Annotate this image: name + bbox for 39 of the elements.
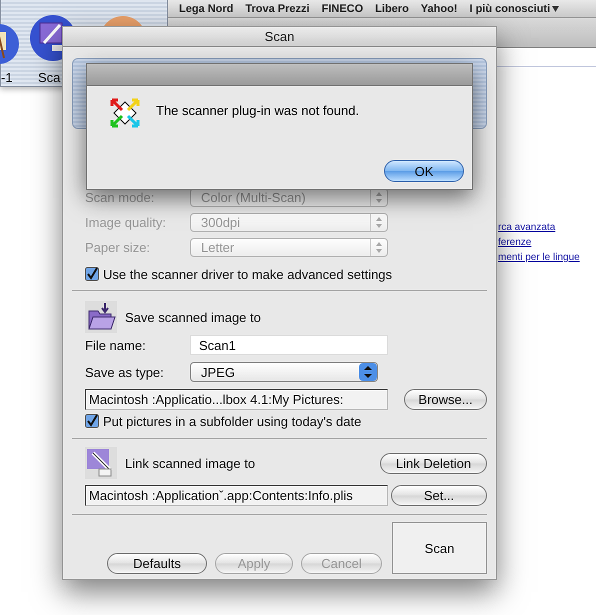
- bookmark-link[interactable]: I più conosciuti: [469, 2, 560, 14]
- folder-icon: [85, 301, 117, 333]
- checkbox[interactable]: [85, 267, 99, 281]
- field-label: Image quality:: [85, 215, 167, 230]
- page-link[interactable]: ferenze: [498, 236, 580, 249]
- path-field[interactable]: Macintosh :Applicationˇ.app:Contents:Info.plis: [85, 484, 388, 506]
- field-label: Paper size:: [85, 240, 152, 255]
- alert-message: The scanner plug-in was not found.: [156, 103, 360, 118]
- bookmark-link[interactable]: FINECO: [322, 2, 364, 14]
- scan-button[interactable]: Scan: [392, 522, 487, 574]
- bookmark-link[interactable]: Libero: [375, 2, 409, 14]
- field-label: Scan mode:: [85, 190, 156, 205]
- link-deletion-button[interactable]: Link Deletion: [380, 452, 487, 474]
- bookmark-link[interactable]: Lega Nord: [179, 2, 234, 14]
- path-field[interactable]: Macintosh :Applicatio...lbox 4.1:My Pictures:: [85, 388, 388, 410]
- set-button[interactable]: Set...: [391, 484, 487, 506]
- type-dropdown[interactable]: JPEG: [190, 362, 378, 382]
- file-name-field[interactable]: Scan1: [190, 335, 388, 355]
- field-label: Save as type:: [85, 364, 165, 380]
- section-heading: Link scanned image to: [125, 456, 256, 470]
- checkbox[interactable]: [85, 414, 99, 428]
- pen-icon: [85, 447, 117, 479]
- section-heading: Save scanned image to: [125, 310, 261, 324]
- icon-label: Sca: [38, 70, 60, 85]
- icon-label: -1: [1, 70, 13, 85]
- scanner-arrows-icon: [108, 96, 142, 130]
- browse-button[interactable]: Browse...: [404, 388, 487, 410]
- bookmark-link[interactable]: Yahoo!: [420, 2, 458, 14]
- ok-button[interactable]: OK: [384, 160, 464, 182]
- page-link[interactable]: rca avanzata: [498, 221, 580, 234]
- dropdown-arrow-icon: [552, 6, 560, 12]
- bookmark-link[interactable]: Trova Prezzi: [245, 2, 310, 14]
- checkbox-label: Put pictures in a subfolder using today's date: [103, 414, 362, 428]
- dialog-button[interactable]: Defaults: [107, 553, 207, 574]
- stepper-arrows-icon: [359, 363, 377, 381]
- checkbox-label: Use the scanner driver to make advanced settings: [103, 266, 392, 282]
- page-link[interactable]: menti per le lingue: [498, 251, 580, 264]
- field-label: File name:: [85, 338, 147, 352]
- window-title: Scan: [264, 29, 294, 44]
